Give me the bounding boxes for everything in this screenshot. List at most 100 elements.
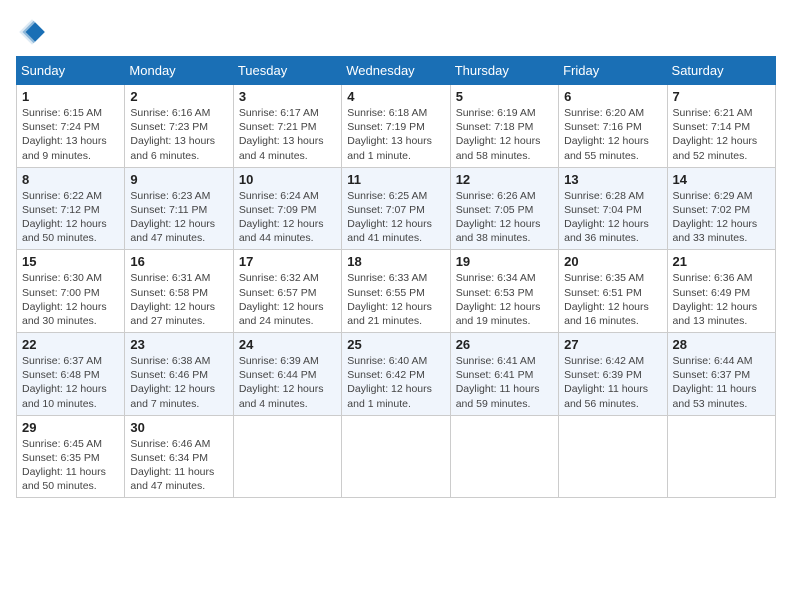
day-number: 8 — [22, 172, 119, 187]
day-info: Sunrise: 6:30 AMSunset: 7:00 PMDaylight:… — [22, 271, 119, 328]
day-info: Sunrise: 6:15 AMSunset: 7:24 PMDaylight:… — [22, 106, 119, 163]
day-number: 14 — [673, 172, 770, 187]
calendar-cell — [450, 415, 558, 498]
day-info: Sunrise: 6:25 AMSunset: 7:07 PMDaylight:… — [347, 189, 444, 246]
calendar-cell — [233, 415, 341, 498]
day-number: 7 — [673, 89, 770, 104]
day-number: 10 — [239, 172, 336, 187]
calendar-cell: 18 Sunrise: 6:33 AMSunset: 6:55 PMDayligh… — [342, 250, 450, 333]
day-info: Sunrise: 6:37 AMSunset: 6:48 PMDaylight:… — [22, 354, 119, 411]
day-info: Sunrise: 6:19 AMSunset: 7:18 PMDaylight:… — [456, 106, 553, 163]
calendar-cell: 22 Sunrise: 6:37 AMSunset: 6:48 PMDayligh… — [17, 333, 125, 416]
column-header-saturday: Saturday — [667, 57, 775, 85]
column-header-thursday: Thursday — [450, 57, 558, 85]
calendar-week-row: 15 Sunrise: 6:30 AMSunset: 7:00 PMDayligh… — [17, 250, 776, 333]
calendar-cell — [667, 415, 775, 498]
day-info: Sunrise: 6:39 AMSunset: 6:44 PMDaylight:… — [239, 354, 336, 411]
calendar-cell: 8 Sunrise: 6:22 AMSunset: 7:12 PMDaylight… — [17, 167, 125, 250]
calendar-cell: 17 Sunrise: 6:32 AMSunset: 6:57 PMDayligh… — [233, 250, 341, 333]
calendar-week-row: 22 Sunrise: 6:37 AMSunset: 6:48 PMDayligh… — [17, 333, 776, 416]
calendar-cell: 2 Sunrise: 6:16 AMSunset: 7:23 PMDaylight… — [125, 85, 233, 168]
day-number: 11 — [347, 172, 444, 187]
calendar-cell — [559, 415, 667, 498]
calendar-cell: 11 Sunrise: 6:25 AMSunset: 7:07 PMDayligh… — [342, 167, 450, 250]
day-info: Sunrise: 6:40 AMSunset: 6:42 PMDaylight:… — [347, 354, 444, 411]
calendar-cell: 21 Sunrise: 6:36 AMSunset: 6:49 PMDayligh… — [667, 250, 775, 333]
logo-icon — [16, 16, 48, 48]
calendar-cell: 16 Sunrise: 6:31 AMSunset: 6:58 PMDayligh… — [125, 250, 233, 333]
day-info: Sunrise: 6:34 AMSunset: 6:53 PMDaylight:… — [456, 271, 553, 328]
day-number: 26 — [456, 337, 553, 352]
day-info: Sunrise: 6:22 AMSunset: 7:12 PMDaylight:… — [22, 189, 119, 246]
day-number: 1 — [22, 89, 119, 104]
calendar-cell: 24 Sunrise: 6:39 AMSunset: 6:44 PMDayligh… — [233, 333, 341, 416]
day-number: 29 — [22, 420, 119, 435]
day-number: 30 — [130, 420, 227, 435]
day-info: Sunrise: 6:31 AMSunset: 6:58 PMDaylight:… — [130, 271, 227, 328]
calendar-cell: 19 Sunrise: 6:34 AMSunset: 6:53 PMDayligh… — [450, 250, 558, 333]
day-info: Sunrise: 6:16 AMSunset: 7:23 PMDaylight:… — [130, 106, 227, 163]
calendar-cell: 29 Sunrise: 6:45 AMSunset: 6:35 PMDayligh… — [17, 415, 125, 498]
day-info: Sunrise: 6:35 AMSunset: 6:51 PMDaylight:… — [564, 271, 661, 328]
day-info: Sunrise: 6:28 AMSunset: 7:04 PMDaylight:… — [564, 189, 661, 246]
day-number: 12 — [456, 172, 553, 187]
day-number: 19 — [456, 254, 553, 269]
day-info: Sunrise: 6:45 AMSunset: 6:35 PMDaylight:… — [22, 437, 119, 494]
day-info: Sunrise: 6:33 AMSunset: 6:55 PMDaylight:… — [347, 271, 444, 328]
day-info: Sunrise: 6:21 AMSunset: 7:14 PMDaylight:… — [673, 106, 770, 163]
day-info: Sunrise: 6:17 AMSunset: 7:21 PMDaylight:… — [239, 106, 336, 163]
calendar-cell: 28Sunrise: 6:44 AMSunset: 6:37 PMDayligh… — [667, 333, 775, 416]
day-number: 18 — [347, 254, 444, 269]
calendar-cell: 23Sunrise: 6:38 AMSunset: 6:46 PMDayligh… — [125, 333, 233, 416]
calendar-cell: 4 Sunrise: 6:18 AMSunset: 7:19 PMDaylight… — [342, 85, 450, 168]
calendar-cell: 25 Sunrise: 6:40 AMSunset: 6:42 PMDayligh… — [342, 333, 450, 416]
day-number: 2 — [130, 89, 227, 104]
logo — [16, 16, 52, 48]
day-number: 3 — [239, 89, 336, 104]
calendar-cell — [342, 415, 450, 498]
calendar: SundayMondayTuesdayWednesdayThursdayFrid… — [16, 56, 776, 498]
day-info: Sunrise: 6:36 AMSunset: 6:49 PMDaylight:… — [673, 271, 770, 328]
day-info: Sunrise: 6:41 AMSunset: 6:41 PMDaylight:… — [456, 354, 553, 411]
calendar-cell: 1 Sunrise: 6:15 AMSunset: 7:24 PMDaylight… — [17, 85, 125, 168]
day-info: Sunrise: 6:46 AMSunset: 6:34 PMDaylight:… — [130, 437, 227, 494]
calendar-cell: 6Sunrise: 6:20 AMSunset: 7:16 PMDaylight… — [559, 85, 667, 168]
day-number: 27 — [564, 337, 661, 352]
day-number: 24 — [239, 337, 336, 352]
calendar-week-row: 29 Sunrise: 6:45 AMSunset: 6:35 PMDayligh… — [17, 415, 776, 498]
column-header-monday: Monday — [125, 57, 233, 85]
day-number: 15 — [22, 254, 119, 269]
calendar-cell: 26 Sunrise: 6:41 AMSunset: 6:41 PMDayligh… — [450, 333, 558, 416]
day-info: Sunrise: 6:42 AMSunset: 6:39 PMDaylight:… — [564, 354, 661, 411]
day-info: Sunrise: 6:26 AMSunset: 7:05 PMDaylight:… — [456, 189, 553, 246]
day-number: 17 — [239, 254, 336, 269]
column-header-wednesday: Wednesday — [342, 57, 450, 85]
column-header-sunday: Sunday — [17, 57, 125, 85]
day-number: 21 — [673, 254, 770, 269]
day-number: 22 — [22, 337, 119, 352]
calendar-cell: 20 Sunrise: 6:35 AMSunset: 6:51 PMDayligh… — [559, 250, 667, 333]
header — [16, 16, 776, 48]
calendar-cell: 15 Sunrise: 6:30 AMSunset: 7:00 PMDayligh… — [17, 250, 125, 333]
day-info: Sunrise: 6:38 AMSunset: 6:46 PMDaylight:… — [130, 354, 227, 411]
calendar-week-row: 1 Sunrise: 6:15 AMSunset: 7:24 PMDaylight… — [17, 85, 776, 168]
day-info: Sunrise: 6:24 AMSunset: 7:09 PMDaylight:… — [239, 189, 336, 246]
day-info: Sunrise: 6:32 AMSunset: 6:57 PMDaylight:… — [239, 271, 336, 328]
calendar-cell: 30 Sunrise: 6:46 AMSunset: 6:34 PMDayligh… — [125, 415, 233, 498]
column-header-tuesday: Tuesday — [233, 57, 341, 85]
day-number: 20 — [564, 254, 661, 269]
day-info: Sunrise: 6:18 AMSunset: 7:19 PMDaylight:… — [347, 106, 444, 163]
calendar-cell: 9Sunrise: 6:23 AMSunset: 7:11 PMDaylight… — [125, 167, 233, 250]
day-number: 25 — [347, 337, 444, 352]
calendar-week-row: 8 Sunrise: 6:22 AMSunset: 7:12 PMDaylight… — [17, 167, 776, 250]
day-number: 28 — [673, 337, 770, 352]
calendar-cell: 14Sunrise: 6:29 AMSunset: 7:02 PMDayligh… — [667, 167, 775, 250]
calendar-cell: 5 Sunrise: 6:19 AMSunset: 7:18 PMDaylight… — [450, 85, 558, 168]
day-number: 16 — [130, 254, 227, 269]
calendar-header-row: SundayMondayTuesdayWednesdayThursdayFrid… — [17, 57, 776, 85]
day-number: 4 — [347, 89, 444, 104]
day-number: 5 — [456, 89, 553, 104]
day-info: Sunrise: 6:23 AMSunset: 7:11 PMDaylight:… — [130, 189, 227, 246]
day-number: 13 — [564, 172, 661, 187]
calendar-cell: 7 Sunrise: 6:21 AMSunset: 7:14 PMDaylight… — [667, 85, 775, 168]
